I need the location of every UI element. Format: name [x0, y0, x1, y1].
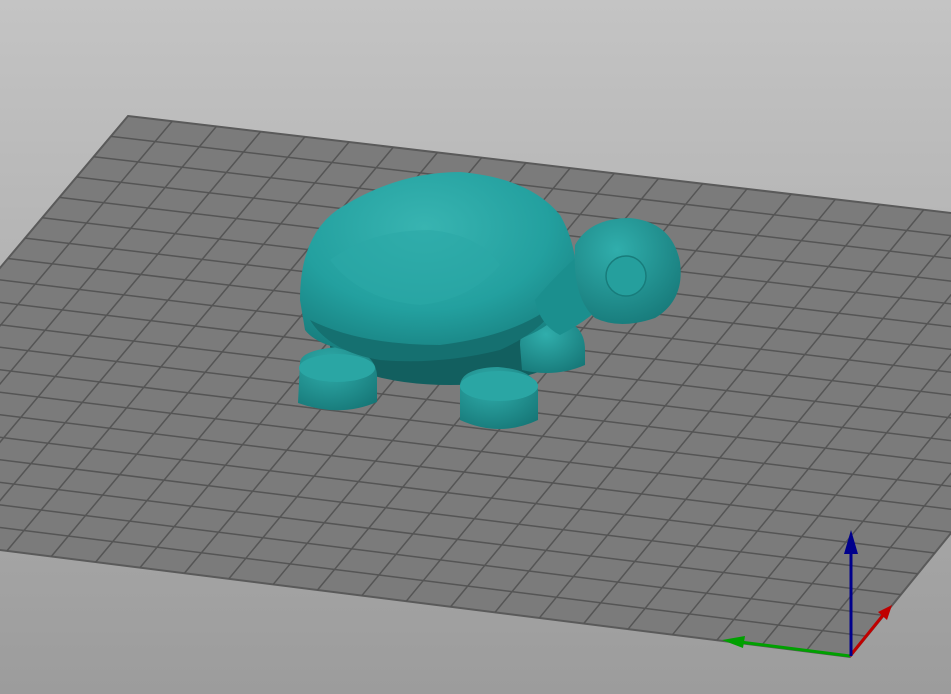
scene[interactable] — [0, 0, 951, 694]
leg-top — [460, 371, 538, 401]
3d-viewport[interactable] — [0, 0, 951, 694]
leg-top — [299, 354, 375, 382]
turtle-eye — [605, 255, 647, 297]
